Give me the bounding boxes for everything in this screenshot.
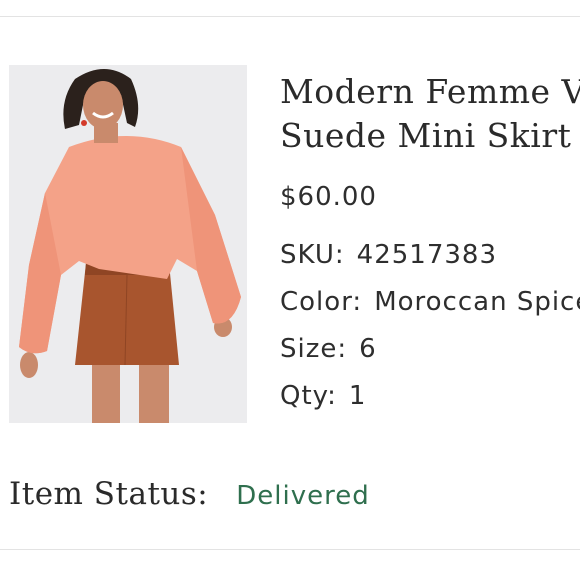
qty-row: Qty: 1 [280,380,366,412]
model-illustration [9,65,247,423]
qty-label: Qty: [280,381,337,411]
qty-value: 1 [348,381,367,411]
sku-value: 42517383 [356,240,497,270]
size-row: Size: 6 [280,333,377,365]
product-price: $60.00 [280,182,377,212]
top-divider [0,16,580,17]
sku-label: SKU: [280,240,345,270]
product-photo[interactable] [9,65,247,423]
bottom-divider [0,549,580,550]
item-status-value: Delivered [236,481,370,511]
color-label: Color: [280,287,363,317]
size-value: 6 [359,334,377,364]
color-row: Color: Moroccan Spice [280,286,580,318]
item-status-label: Item Status: [9,476,209,512]
size-label: Size: [280,334,348,364]
item-status-row: Item Status: Delivered [9,476,370,512]
product-title[interactable]: Modern Femme Vegan Suede Mini Skirt [280,70,580,158]
sku-row: SKU: 42517383 [280,239,497,271]
color-value: Moroccan Spice [374,287,580,317]
product-title-line-1: Modern Femme Vegan [280,72,580,111]
product-title-line-2: Suede Mini Skirt [280,116,572,155]
